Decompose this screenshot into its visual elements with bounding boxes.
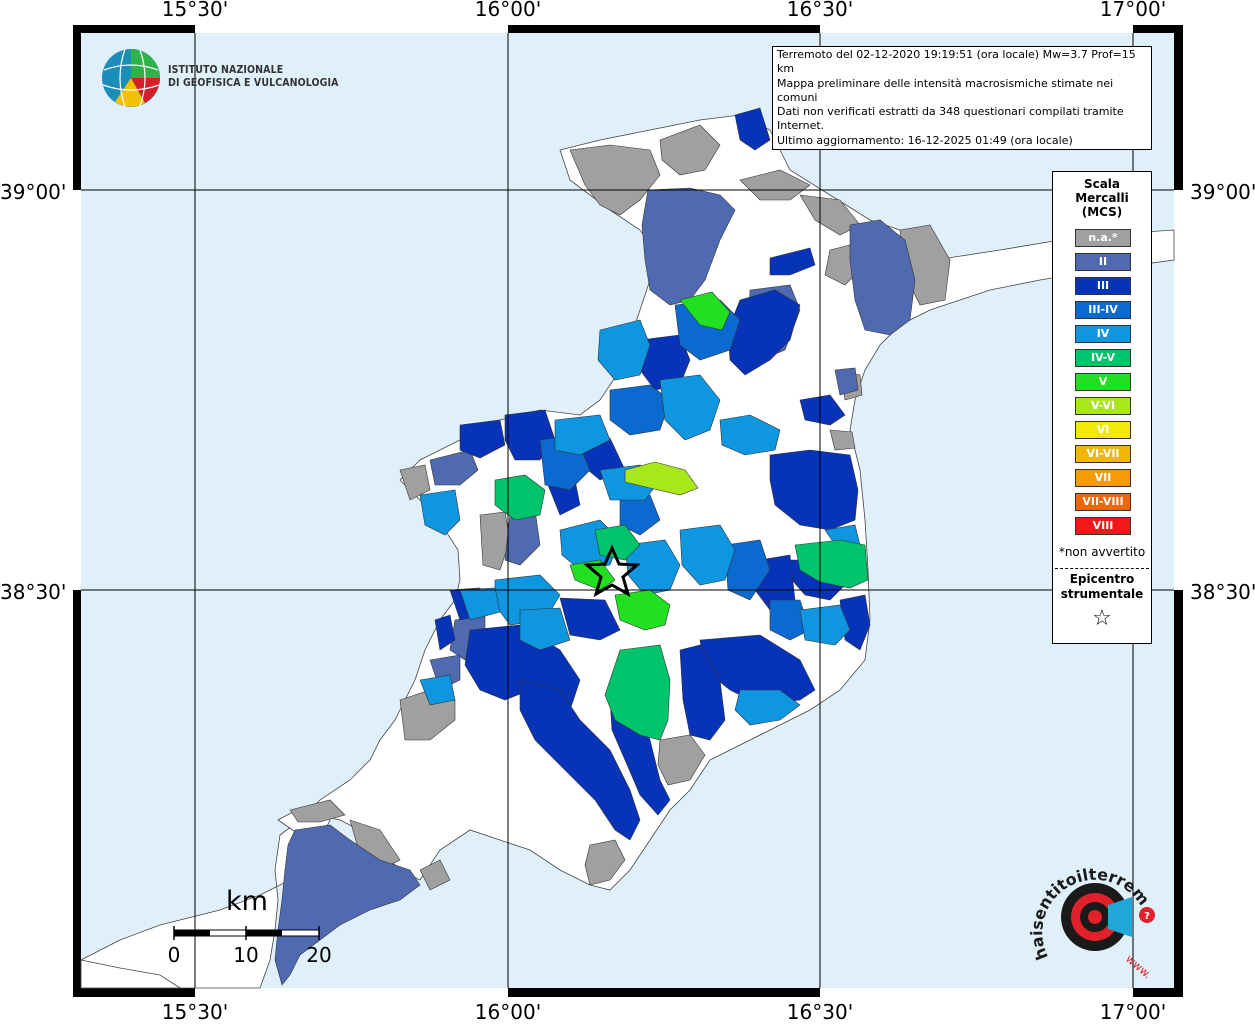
legend-swatch: V-VI (1075, 397, 1131, 415)
site-logo-prefix: www. (1123, 952, 1154, 980)
lat-label-right-2: 38°30' (1190, 580, 1255, 604)
lon-label-top-4: 17°00' (1099, 0, 1167, 21)
mcs-legend: Scala Mercalli (MCS) n.a.* II III III-IV IV I… (1052, 171, 1152, 644)
lat-label-left-1: 39°00' (0, 180, 67, 204)
scale-label-10: 10 (233, 943, 259, 967)
legend-swatch: VII-VIII (1075, 493, 1131, 511)
legend-epicenter-line-1: Epicentro (1069, 572, 1135, 586)
legend-swatch: V (1075, 373, 1131, 391)
lat-label-left-2: 38°30' (0, 580, 67, 604)
scale-label-20: 20 (306, 943, 332, 967)
legend-swatch: IV (1075, 325, 1131, 343)
scale-label-0: 0 (167, 943, 181, 967)
legend-swatch: III (1075, 277, 1131, 295)
legend-swatch: IV-V (1075, 349, 1131, 367)
lon-label-bottom-2: 16°00' (474, 1000, 542, 1024)
legend-swatch: II (1075, 253, 1131, 271)
legend-swatch: VI (1075, 421, 1131, 439)
legend-title-line-1: Scala (1083, 177, 1121, 191)
lon-label-bottom-1: 15°30' (161, 1000, 229, 1024)
legend-title-line-2: Mercalli (1075, 191, 1129, 205)
site-logo-name: haisentitoilterremoto.it (1000, 860, 1153, 963)
lon-label-top-3: 16°30' (786, 0, 854, 21)
haisentito-logo-text: haisentitoilterremoto.it www. (1000, 860, 1154, 980)
legend-note: *non avvertito (1058, 545, 1146, 559)
ingv-logo-icon (102, 48, 160, 108)
lon-label-bottom-3: 16°30' (786, 1000, 854, 1024)
legend-swatch: n.a.* (1075, 229, 1131, 247)
legend-swatch: VI-VII (1075, 445, 1131, 463)
info-line-2: Mappa preliminare delle intensità macros… (777, 76, 1114, 104)
lat-label-right-1: 39°00' (1190, 180, 1255, 204)
legend-swatch: III-IV (1075, 301, 1131, 319)
legend-star-icon: ☆ (1092, 606, 1112, 631)
legend-title: Scala Mercalli (MCS) (1053, 177, 1151, 219)
event-info-box: Terremoto del 02-12-2020 19:19:51 (ora l… (772, 46, 1152, 151)
legend-swatch: VII (1075, 469, 1131, 487)
logo-line-2: DI GEOFISICA E VULCANOLOGIA (168, 77, 339, 89)
logo-line-1: ISTITUTO NAZIONALE (168, 64, 284, 76)
info-line-1: Terremoto del 02-12-2020 19:19:51 (ora l… (777, 48, 1136, 76)
scale-unit: km (226, 886, 268, 917)
svg-text:haisentitoilterremoto.it: haisentitoilterremoto.it (1000, 860, 1153, 963)
lon-label-bottom-4: 17°00' (1099, 1000, 1167, 1024)
legend-epicenter-line-2: strumentale (1060, 587, 1144, 601)
legend-title-line-3: (MCS) (1081, 205, 1123, 219)
info-line-4: Ultimo aggiornamento: 16-12-2025 01:49 (… (777, 133, 1073, 147)
lon-label-top-1: 15°30' (161, 0, 229, 21)
legend-swatch: VIII (1075, 517, 1131, 535)
legend-epicenter-label: Epicentro strumentale (1053, 572, 1151, 602)
lon-label-top-2: 16°00' (474, 0, 542, 21)
info-line-3: Dati non verificati estratti da 348 ques… (777, 105, 1124, 133)
ingv-logo-text: ISTITUTO NAZIONALE DI GEOFISICA E VULCAN… (168, 64, 339, 90)
legend-separator (1055, 568, 1149, 569)
